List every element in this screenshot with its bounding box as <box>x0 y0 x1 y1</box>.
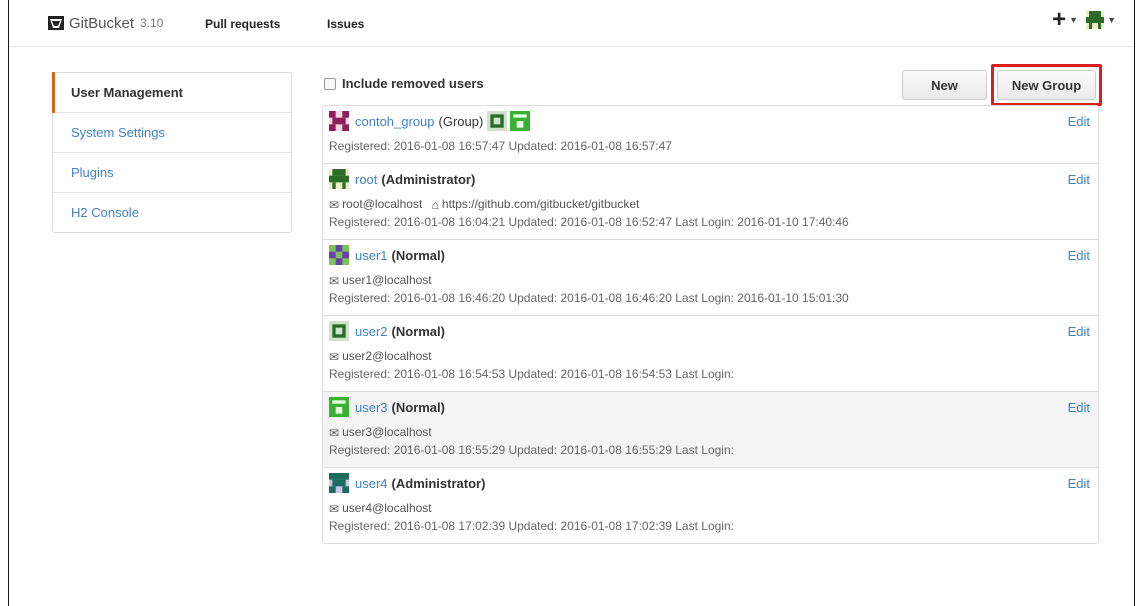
user3-avatar <box>329 397 349 417</box>
group-avatar <box>329 111 349 131</box>
include-removed-checkbox[interactable] <box>324 77 336 90</box>
user-email: root@localhost <box>342 197 423 211</box>
brand[interactable]: GitBucket 3.10 <box>47 14 163 32</box>
user-role: (Normal) <box>391 247 445 263</box>
user-timestamps: Registered: 2016-01-08 16:57:47 Updated:… <box>329 139 672 153</box>
nav-right-menu: + ▼ ▼ <box>1052 8 1116 32</box>
include-removed-filter: Include removed users <box>324 76 484 91</box>
user-role: (Administrator) <box>381 171 476 187</box>
new-user-button[interactable]: New User <box>902 70 987 123</box>
root-avatar <box>329 169 349 189</box>
member-avatar[interactable] <box>487 111 508 131</box>
admin-sidebar: User Management System Settings Plugins … <box>52 72 292 233</box>
user-email: user1@localhost <box>342 273 432 287</box>
chevron-down-icon[interactable]: ▼ <box>1069 15 1078 25</box>
user-row-user2: user2 (Normal) Edit ✉ user2@localhost Reg… <box>323 316 1098 392</box>
edit-link[interactable]: Edit <box>1068 400 1090 415</box>
user-name-link[interactable]: contoh_group <box>355 114 435 129</box>
user-row-contoh-group: contoh_group (Group) Edit Registered: 20… <box>323 106 1098 164</box>
user-timestamps: Registered: 2016-01-08 17:02:39 Updated:… <box>329 519 734 533</box>
user-timestamps: Registered: 2016-01-08 16:54:53 Updated:… <box>329 367 734 381</box>
user-url: https://github.com/gitbucket/gitbucket <box>441 197 640 211</box>
sidebar-item-h2-console[interactable]: H2 Console <box>53 193 291 232</box>
user-row-user4: user4 (Administrator) Edit ✉ user4@localh… <box>323 468 1098 543</box>
user-row-user1: user1 (Normal) Edit ✉ user1@localhost Reg… <box>323 240 1098 316</box>
user-role: (Normal) <box>391 399 445 415</box>
user-email: user3@localhost <box>342 425 432 439</box>
user-name-link[interactable]: user3 <box>355 400 388 415</box>
edit-link[interactable]: Edit <box>1068 172 1090 187</box>
edit-link[interactable]: Edit <box>1068 324 1090 339</box>
mail-icon: ✉ <box>329 426 340 440</box>
highlight-box <box>991 64 1102 106</box>
brand-version: 3.10 <box>140 16 164 30</box>
sidebar-item-system-settings[interactable]: System Settings <box>53 113 291 153</box>
user-row-user3: user3 (Normal) Edit ✉ user3@localhost Reg… <box>323 392 1098 468</box>
user-list: contoh_group (Group) Edit Registered: 20… <box>322 105 1099 544</box>
edit-link[interactable]: Edit <box>1068 114 1090 129</box>
sidebar-item-user-management[interactable]: User Management <box>52 72 291 113</box>
user2-avatar <box>329 321 349 341</box>
user-timestamps: Registered: 2016-01-08 16:04:21 Updated:… <box>329 215 849 229</box>
plus-icon[interactable]: + <box>1052 8 1066 32</box>
user-row-root: root (Administrator) Edit ✉ root@localhos… <box>323 164 1098 240</box>
user-role: (Administrator) <box>391 475 486 491</box>
home-icon: ⌂ <box>431 198 439 212</box>
edit-link[interactable]: Edit <box>1068 476 1090 491</box>
gitbucket-logo-icon <box>48 16 64 30</box>
nav-pull-requests[interactable]: Pull requests <box>205 17 280 31</box>
mail-icon: ✉ <box>329 274 340 288</box>
chevron-down-icon[interactable]: ▼ <box>1107 15 1116 25</box>
user-email: user4@localhost <box>342 501 432 515</box>
user-timestamps: Registered: 2016-01-08 16:55:29 Updated:… <box>329 443 734 457</box>
user-role: (Group) <box>438 113 484 129</box>
member-avatar[interactable] <box>510 111 531 131</box>
user-name-link[interactable]: user2 <box>355 324 388 339</box>
sidebar-item-plugins[interactable]: Plugins <box>53 153 291 193</box>
account-avatar[interactable] <box>1086 11 1105 29</box>
mail-icon: ✉ <box>329 198 340 212</box>
edit-link[interactable]: Edit <box>1068 248 1090 263</box>
user4-avatar <box>329 473 349 493</box>
user-name-link[interactable]: user4 <box>355 476 388 491</box>
app-frame: GitBucket 3.10 Pull requests Issues + ▼ … <box>8 0 1135 606</box>
user1-avatar <box>329 245 349 265</box>
user-email: user2@localhost <box>342 349 432 363</box>
user-timestamps: Registered: 2016-01-08 16:46:20 Updated:… <box>329 291 849 305</box>
mail-icon: ✉ <box>329 350 340 364</box>
brand-name: GitBucket <box>69 14 135 32</box>
user-role: (Normal) <box>391 323 445 339</box>
user-name-link[interactable]: user1 <box>355 248 388 263</box>
group-members <box>487 111 533 131</box>
nav-issues[interactable]: Issues <box>327 17 364 31</box>
top-navbar: GitBucket 3.10 Pull requests Issues + ▼ … <box>9 0 1134 47</box>
include-removed-label[interactable]: Include removed users <box>342 76 484 91</box>
user-name-link[interactable]: root <box>355 172 377 187</box>
mail-icon: ✉ <box>329 502 340 516</box>
